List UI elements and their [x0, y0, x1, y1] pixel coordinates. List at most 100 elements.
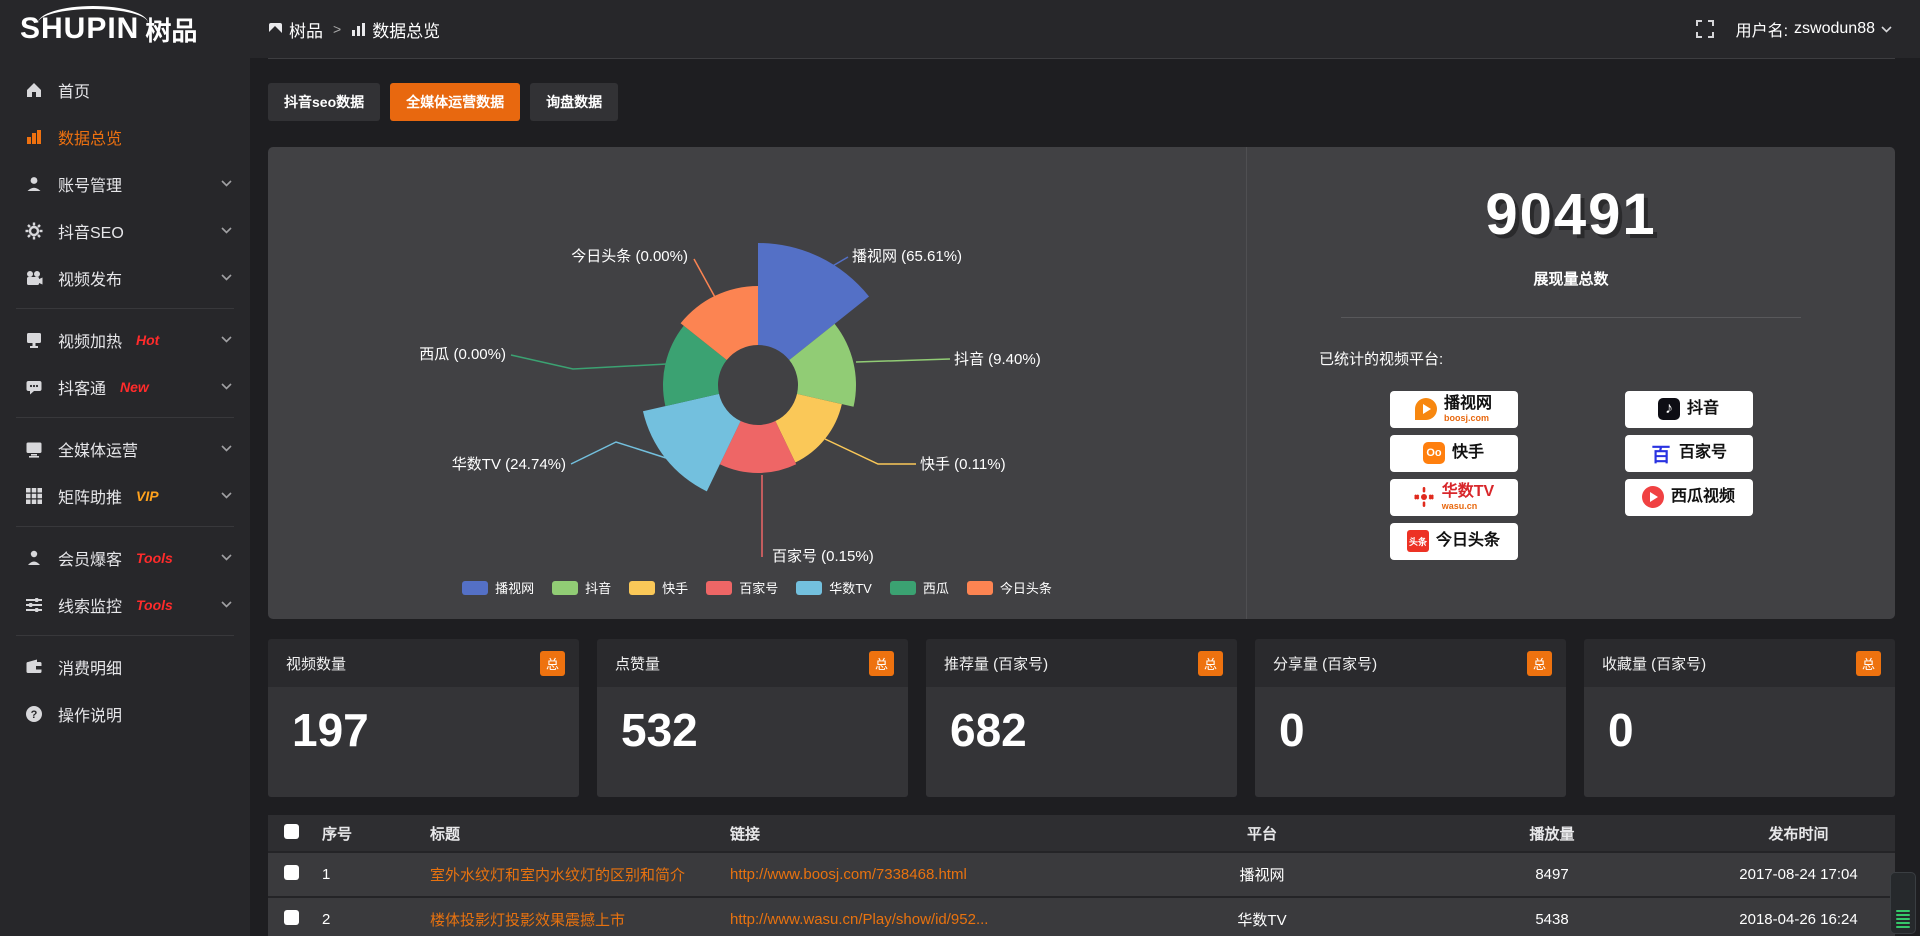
app-logo: SHUPIN 树品	[0, 14, 250, 44]
sliders-icon	[24, 595, 44, 615]
tab-douyin-seo[interactable]: 抖音seo数据	[268, 83, 380, 121]
cell-date: 2018-04-26 16:24	[1702, 897, 1895, 936]
sidebar-item-video-publish[interactable]: 视频发布	[0, 254, 250, 301]
dashboard-icon	[268, 22, 283, 37]
sidebar-item-omnimedia[interactable]: 全媒体运营	[0, 425, 250, 472]
total-impressions-label: 展现量总数	[1247, 268, 1895, 289]
legend-item[interactable]: 播视网	[462, 578, 534, 597]
video-url-link[interactable]: http://www.wasu.cn/Play/show/id/952...	[730, 911, 988, 928]
platform-badge-wasu: 华数TVwasu.cn	[1390, 479, 1518, 516]
legend-label: 快手	[662, 578, 688, 597]
breadcrumb-home[interactable]: 树品	[268, 17, 323, 42]
chevron-down-icon	[221, 274, 232, 281]
col-header-title: 标题	[422, 815, 722, 852]
row-checkbox[interactable]	[284, 910, 299, 925]
pie-label-line	[694, 259, 716, 299]
cell-index: 1	[314, 852, 422, 897]
video-url-link[interactable]: http://www.boosj.com/7338468.html	[730, 866, 967, 883]
legend-swatch	[967, 581, 993, 595]
chevron-down-icon	[221, 180, 232, 187]
sidebar-item-account[interactable]: 账号管理	[0, 160, 250, 207]
legend-label: 今日头条	[1000, 578, 1052, 597]
sidebar: 首页 数据总览 账号管理 抖音SEO 视频发布 视频加热 Hot 抖客通 New…	[0, 58, 250, 936]
table-header-row: 序号 标题 链接 平台 播放量 发布时间	[268, 815, 1895, 852]
legend-item[interactable]: 抖音	[552, 578, 611, 597]
breadcrumb-current[interactable]: 数据总览	[351, 17, 440, 42]
platforms-title: 已统计的视频平台:	[1319, 348, 1895, 369]
total-badge: 总	[1856, 651, 1881, 676]
grid-icon	[24, 486, 44, 506]
videos-table: 序号 标题 链接 平台 播放量 发布时间 1 室外水纹灯和室内水纹灯的区别和简介…	[268, 815, 1895, 936]
chevron-down-icon	[1881, 26, 1892, 33]
user-menu[interactable]: 用户名: zswodun88	[1736, 17, 1892, 41]
kuaishou-logo-icon: Oo	[1423, 442, 1445, 464]
floating-widget[interactable]	[1890, 872, 1916, 934]
cell-platform: 华数TV	[1122, 897, 1402, 936]
tab-inquiry-data[interactable]: 询盘数据	[530, 83, 618, 121]
select-all-checkbox[interactable]	[284, 824, 299, 839]
stat-card-value: 0	[1584, 687, 1895, 797]
sidebar-item-matrix-boost[interactable]: 矩阵助推 VIP	[0, 472, 250, 519]
video-title-link[interactable]: 楼体投影灯投影效果震撼上市	[430, 912, 625, 929]
sidebar-item-consumption[interactable]: 消费明细	[0, 643, 250, 690]
legend-swatch	[890, 581, 916, 595]
stat-card-label: 分享量 (百家号)	[1273, 653, 1377, 674]
col-header-platform: 平台	[1122, 815, 1402, 852]
pie-slice[interactable]	[643, 394, 741, 491]
pie-label: 播视网 (65.61%)	[852, 248, 962, 265]
total-badge: 总	[869, 651, 894, 676]
summary-divider	[1341, 317, 1801, 318]
chevron-down-icon	[221, 383, 232, 390]
platform-badge-douyin: ♪ 抖音	[1625, 391, 1753, 428]
row-checkbox[interactable]	[284, 865, 299, 880]
legend-swatch	[629, 581, 655, 595]
col-header-date: 发布时间	[1702, 815, 1895, 852]
legend-item[interactable]: 西瓜	[890, 578, 949, 597]
platform-badge-xigua: 西瓜视频	[1625, 479, 1753, 516]
pie-label: 抖音 (9.40%)	[954, 351, 1041, 368]
legend-item[interactable]: 百家号	[706, 578, 778, 597]
chevron-down-icon	[221, 227, 232, 234]
toutiao-logo-icon: 头条	[1407, 530, 1429, 552]
cell-index: 2	[314, 897, 422, 936]
sidebar-item-member-leads[interactable]: 会员爆客 Tools	[0, 534, 250, 581]
stat-card-recommends: 推荐量 (百家号)总 682	[926, 639, 1237, 797]
sidebar-item-clue-monitor[interactable]: 线索监控 Tools	[0, 581, 250, 628]
cell-plays: 8497	[1402, 852, 1702, 897]
stat-card-value: 0	[1255, 687, 1566, 797]
tools-badge: Tools	[136, 550, 173, 566]
legend-item[interactable]: 今日头条	[967, 578, 1052, 597]
tab-omnimedia-data[interactable]: 全媒体运营数据	[390, 83, 520, 121]
legend-label: 华数TV	[829, 578, 872, 597]
username-value: zswodun88	[1794, 20, 1875, 38]
total-badge: 总	[540, 651, 565, 676]
chevron-down-icon	[221, 445, 232, 452]
sidebar-item-data-overview[interactable]: 数据总览	[0, 113, 250, 160]
douyin-logo-icon: ♪	[1658, 398, 1680, 420]
platform-badge-toutiao: 头条 今日头条	[1390, 523, 1518, 560]
sidebar-divider	[16, 526, 234, 527]
legend-label: 抖音	[585, 578, 611, 597]
col-header-index: 序号	[314, 815, 422, 852]
xigua-logo-icon	[1642, 486, 1664, 508]
platforms-grid: 播视网boosj.com Oo 快手 华数TVwasu.cn 头条 今日头条 ♪	[1336, 387, 1806, 563]
col-header-plays: 播放量	[1402, 815, 1702, 852]
sidebar-item-video-heat[interactable]: 视频加热 Hot	[0, 316, 250, 363]
wallet-icon	[24, 657, 44, 677]
legend-item[interactable]: 华数TV	[796, 578, 872, 597]
stat-card-label: 视频数量	[286, 653, 346, 674]
legend-label: 播视网	[495, 578, 534, 597]
sidebar-item-home[interactable]: 首页	[0, 66, 250, 113]
stat-card-shares: 分享量 (百家号)总 0	[1255, 639, 1566, 797]
legend-item[interactable]: 快手	[629, 578, 688, 597]
stat-card-label: 推荐量 (百家号)	[944, 653, 1048, 674]
pie-label-line	[511, 355, 667, 369]
sidebar-item-doketong[interactable]: 抖客通 New	[0, 363, 250, 410]
video-title-link[interactable]: 室外水纹灯和室内水纹灯的区别和简介	[430, 867, 685, 884]
fullscreen-icon[interactable]	[1696, 20, 1714, 38]
stat-card-favorites: 收藏量 (百家号)总 0	[1584, 639, 1895, 797]
sidebar-item-douyin-seo[interactable]: 抖音SEO	[0, 207, 250, 254]
sidebar-item-instructions[interactable]: ? 操作说明	[0, 690, 250, 737]
user-icon	[24, 174, 44, 194]
pie-label: 快手 (0.11%)	[920, 456, 1006, 473]
